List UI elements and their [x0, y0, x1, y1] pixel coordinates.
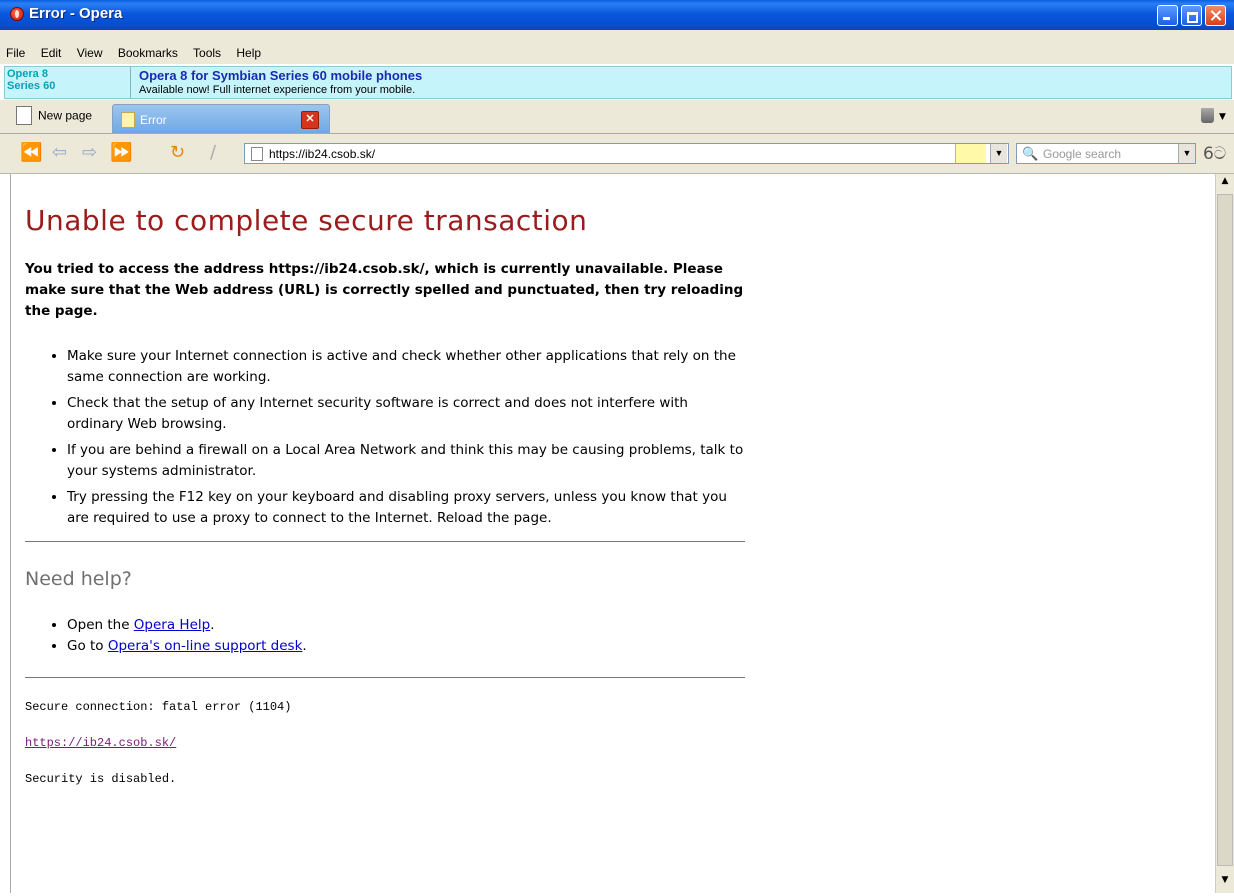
- forward-icon[interactable]: ⇨: [82, 144, 97, 162]
- menu-view[interactable]: View: [77, 46, 103, 60]
- wand-icon[interactable]: ∕: [210, 144, 216, 162]
- list-item: Open the Opera Help.: [67, 615, 745, 636]
- scroll-up-icon[interactable]: ▲: [1218, 176, 1232, 192]
- help-heading: Need help?: [25, 568, 132, 590]
- ad-banner[interactable]: Opera 8 Series 60 Opera 8 for Symbian Se…: [4, 66, 1232, 99]
- page-icon: [121, 112, 135, 128]
- close-window-button[interactable]: [1205, 5, 1226, 26]
- menu-tools[interactable]: Tools: [193, 46, 221, 60]
- list-item: Try pressing the F12 key on your keyboar…: [67, 487, 745, 529]
- security-lock-icon[interactable]: [955, 144, 986, 163]
- scroll-down-icon[interactable]: ▼: [1218, 875, 1232, 891]
- address-dropdown-icon[interactable]: ▼: [990, 144, 1007, 163]
- opera-logo-icon: [10, 7, 24, 21]
- divider: [25, 541, 745, 542]
- menu-bar: File Edit View Bookmarks Tools Help: [0, 30, 1234, 64]
- menu-edit[interactable]: Edit: [41, 46, 62, 60]
- scroll-thumb[interactable]: [1217, 194, 1233, 866]
- fast-forward-icon[interactable]: ⏩: [110, 144, 132, 162]
- address-field[interactable]: https://ib24.csob.sk/ ▼: [244, 143, 1009, 164]
- reload-icon[interactable]: ↻: [170, 144, 185, 162]
- menu-file[interactable]: File: [6, 46, 25, 60]
- navigation-bar: ⏪ ⇦ ⇨ ⏩ ↻ ∕ https://ib24.csob.sk/ ▼ 🔍 Go…: [0, 134, 1234, 174]
- menu-help[interactable]: Help: [236, 46, 261, 60]
- back-icon[interactable]: ⇦: [52, 144, 67, 162]
- ad-subline[interactable]: Available now! Full internet experience …: [139, 84, 415, 96]
- error-page: Unable to complete secure transaction Yo…: [25, 204, 745, 786]
- search-icon: 🔍: [1022, 146, 1039, 161]
- ad-divider: [130, 67, 131, 98]
- ad-logo: Opera 8 Series 60: [7, 68, 56, 92]
- ad-headline[interactable]: Opera 8 for Symbian Series 60 mobile pho…: [139, 68, 422, 83]
- list-item: Go to Opera's on-line support desk.: [67, 636, 745, 657]
- new-page-icon: [16, 106, 32, 125]
- page-title: Unable to complete secure transaction: [25, 204, 588, 237]
- divider: [25, 677, 745, 678]
- tab-error[interactable]: Error ✕: [112, 104, 330, 133]
- trash-icon[interactable]: [1201, 108, 1214, 123]
- list-item: If you are behind a firewall on a Local …: [67, 440, 745, 482]
- new-page-button[interactable]: New page: [16, 106, 92, 130]
- menu-bookmarks[interactable]: Bookmarks: [118, 46, 178, 60]
- error-url-link[interactable]: https://ib24.csob.sk/: [25, 736, 745, 750]
- search-placeholder[interactable]: Google search: [1043, 147, 1121, 161]
- vertical-scrollbar[interactable]: ▲ ▼: [1215, 174, 1234, 893]
- error-description: You tried to access the address https://…: [25, 261, 744, 319]
- close-tab-icon[interactable]: ✕: [301, 111, 319, 129]
- tab-label: Error: [140, 113, 167, 127]
- list-item: Check that the setup of any Internet sec…: [67, 393, 745, 435]
- page-icon: [251, 147, 263, 161]
- security-status: Security is disabled.: [25, 772, 177, 786]
- tab-bar: New page Error ✕ ▼: [0, 100, 1234, 134]
- error-code: Secure connection: fatal error (1104): [25, 700, 292, 714]
- search-field[interactable]: 🔍 Google search ▼: [1016, 143, 1196, 164]
- list-item: Make sure your Internet connection is ac…: [67, 346, 745, 388]
- address-url[interactable]: https://ib24.csob.sk/: [269, 147, 375, 161]
- page-viewport: Unable to complete secure transaction Yo…: [10, 174, 1215, 893]
- search-dropdown-icon[interactable]: ▼: [1178, 144, 1195, 163]
- maximize-button[interactable]: [1181, 5, 1202, 26]
- opera-help-link[interactable]: Opera Help: [134, 617, 210, 633]
- glasses-icon[interactable]: 6ට: [1203, 144, 1226, 164]
- title-bar: Error - Opera: [0, 0, 1234, 30]
- new-page-label: New page: [38, 108, 93, 123]
- help-list: Open the Opera Help. Go to Opera's on-li…: [25, 615, 745, 657]
- window-title: Error - Opera: [29, 5, 123, 22]
- troubleshooting-list: Make sure your Internet connection is ac…: [25, 346, 745, 529]
- support-desk-link[interactable]: Opera's on-line support desk: [108, 638, 303, 654]
- rewind-icon[interactable]: ⏪: [20, 144, 42, 162]
- minimize-button[interactable]: [1157, 5, 1178, 26]
- chevron-down-icon[interactable]: ▼: [1219, 112, 1226, 122]
